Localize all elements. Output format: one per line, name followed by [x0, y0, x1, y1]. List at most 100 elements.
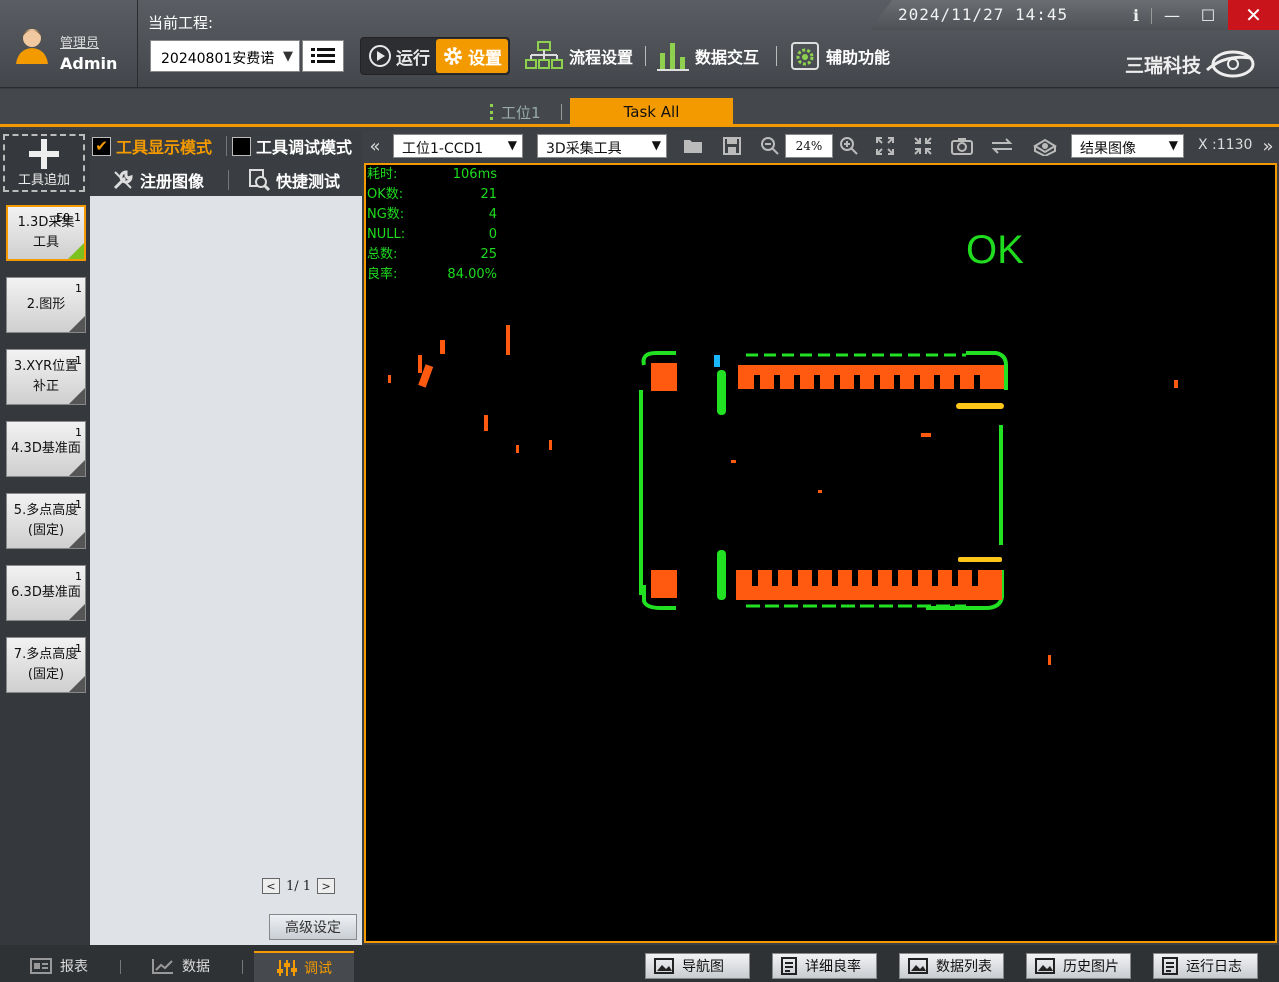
tab-task-all[interactable]: Task All: [570, 98, 733, 126]
gear-icon: [444, 47, 462, 65]
next-page-button[interactable]: >: [317, 878, 336, 894]
tab-debug[interactable]: 调试: [254, 951, 354, 982]
navigation-map-label: 导航图: [682, 959, 724, 975]
tab-report[interactable]: 报表: [30, 956, 88, 976]
result-indicator: OK: [966, 228, 1024, 272]
stat-key: NG数:: [367, 207, 405, 222]
tool-card[interactable]: E0-1 1.3D采集工具: [6, 205, 86, 261]
add-tool-button[interactable]: 工具追加: [3, 134, 85, 192]
expand-right-icon[interactable]: »: [1257, 135, 1279, 157]
image-icon: [908, 958, 928, 974]
tool-card-label: 4.3D基准面: [11, 441, 81, 456]
debug-mode-checkbox[interactable]: 工具调试模式: [232, 134, 352, 158]
plus-icon: [29, 139, 59, 169]
tool-settings-panel: [90, 196, 362, 945]
detailed-yield-label: 详细良率: [805, 959, 861, 975]
data-list-button[interactable]: 数据列表: [899, 953, 1004, 979]
image-viewport[interactable]: [364, 163, 1277, 943]
close-icon[interactable]: ✕: [1228, 0, 1279, 30]
history-images-button[interactable]: 历史图片: [1026, 953, 1131, 979]
register-image-label: 注册图像: [140, 172, 205, 191]
drag-handle-icon: [490, 104, 493, 120]
divider: [242, 960, 243, 974]
stat-value: 25: [480, 247, 497, 262]
info-icon[interactable]: i: [1124, 4, 1148, 26]
tab-data[interactable]: 数据: [152, 956, 210, 976]
flow-settings-button[interactable]: 流程设置: [525, 40, 633, 72]
checkbox-empty-icon: [232, 136, 251, 156]
aux-function-button[interactable]: 辅助功能: [790, 40, 890, 72]
tab-station-1[interactable]: 工位1: [490, 99, 560, 125]
pager: < 1/ 1 >: [262, 878, 336, 894]
register-image-button[interactable]: 注册图像: [112, 168, 204, 192]
stat-value: 84.00%: [447, 267, 497, 282]
camera-icon[interactable]: [951, 135, 973, 157]
quick-test-button[interactable]: 快捷测试: [248, 168, 340, 192]
project-list-button[interactable]: [302, 40, 344, 72]
tab-report-label: 报表: [60, 959, 88, 975]
open-folder-icon[interactable]: [682, 135, 704, 157]
tool-card-count: 1: [75, 498, 82, 511]
divider: [645, 46, 646, 66]
advanced-settings-button[interactable]: 高级设定: [269, 914, 357, 940]
tool-card[interactable]: 1 6.3D基准面: [6, 565, 86, 621]
display-mode-checkbox[interactable]: ✔ 工具显示模式: [92, 134, 212, 158]
stat-row: 良率: 84.00%: [367, 265, 497, 285]
tool-card[interactable]: 1 2.图形: [6, 277, 86, 333]
report-icon: [30, 958, 52, 974]
zoom-in-icon[interactable]: [838, 135, 860, 157]
collapse-left-icon[interactable]: «: [364, 135, 386, 157]
3d-view-icon[interactable]: [1031, 135, 1059, 157]
stat-value: 21: [480, 187, 497, 202]
project-select-value: 20240801安费诺: [161, 51, 275, 67]
list-icon: [311, 48, 335, 63]
stat-key: 良率:: [367, 267, 398, 282]
fit-screen-icon[interactable]: [874, 135, 896, 157]
tool-card[interactable]: 1 4.3D基准面: [6, 421, 86, 477]
quick-test-label: 快捷测试: [276, 172, 341, 191]
clock-text: 2024/11/27 14:45: [898, 5, 1069, 24]
chevron-down-icon: ▼: [283, 49, 293, 64]
cursor-x-readout: X :1130: [1198, 137, 1253, 153]
minimize-icon[interactable]: —: [1160, 4, 1184, 26]
stat-row: 耗时: 106ms: [367, 165, 497, 185]
save-icon[interactable]: [721, 135, 743, 157]
maximize-icon[interactable]: ☐: [1196, 4, 1220, 26]
bar-chart-icon: [657, 43, 689, 71]
history-images-label: 历史图片: [1063, 959, 1119, 975]
view-mode-select[interactable]: 结果图像 ▼: [1071, 134, 1184, 158]
prev-page-button[interactable]: <: [262, 878, 280, 894]
tool-card[interactable]: 1 7.多点高度(固定): [6, 637, 86, 693]
tool-card-count: 1: [75, 570, 82, 583]
checkmark-icon: ✔: [92, 136, 111, 156]
project-label: 当前工程:: [148, 14, 214, 32]
tool-select-value: 3D采集工具: [546, 141, 622, 157]
run-button[interactable]: 运行: [362, 39, 434, 73]
camera-select[interactable]: 工位1-CCD1 ▼: [393, 134, 523, 158]
project-select[interactable]: 20240801安费诺 ▼: [150, 40, 300, 72]
tool-card-count: 1: [75, 354, 82, 367]
swap-icon[interactable]: [991, 135, 1013, 157]
corner-mark-icon: [69, 604, 85, 620]
stat-value: 0: [488, 227, 497, 242]
detailed-yield-button[interactable]: 详细良率: [772, 953, 877, 979]
stat-value: 106ms: [452, 167, 497, 182]
zoom-level[interactable]: 24%: [785, 134, 833, 158]
data-exchange-button[interactable]: 数据交互: [657, 40, 759, 72]
navigation-map-button[interactable]: 导航图: [645, 953, 750, 979]
divider: [228, 170, 229, 190]
flow-chart-icon: [525, 41, 563, 69]
corner-mark-icon: [68, 243, 84, 259]
corner-mark-icon: [69, 316, 85, 332]
settings-button[interactable]: 设置: [436, 39, 508, 73]
tools-gear-icon: [791, 42, 819, 70]
tool-card[interactable]: 1 3.XYR位置补正: [6, 349, 86, 405]
user-role[interactable]: 管理员: [60, 32, 99, 51]
brand-emblem-icon: [1206, 50, 1255, 78]
tool-select[interactable]: 3D采集工具 ▼: [537, 134, 667, 158]
run-log-button[interactable]: 运行日志: [1153, 953, 1258, 979]
actual-size-icon[interactable]: [912, 135, 934, 157]
tool-card[interactable]: 1 5.多点高度(固定): [6, 493, 86, 549]
tool-card-count: 1: [75, 282, 82, 295]
zoom-out-icon[interactable]: [759, 135, 781, 157]
